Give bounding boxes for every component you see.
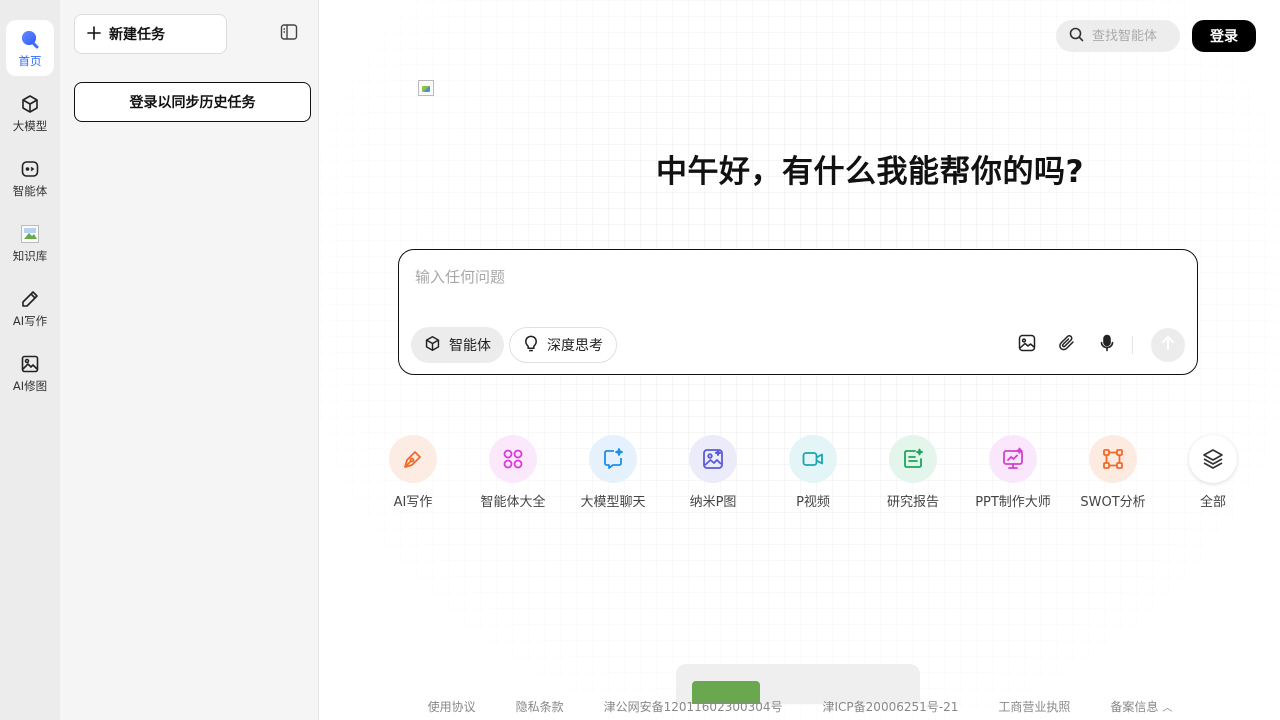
send-button[interactable] bbox=[1151, 328, 1185, 362]
shortcut-label: PPT制作大师 bbox=[975, 495, 1051, 510]
pen-icon bbox=[19, 288, 41, 310]
left-rail: 首页 大模型 智能体 知识库 AI写作 AI修图 bbox=[0, 0, 60, 720]
main-area: 登录 中午好，有什么我能帮你的吗? 智能体 深度思考 bbox=[320, 0, 1280, 720]
search-input[interactable] bbox=[1092, 28, 1178, 44]
cube-icon bbox=[19, 93, 41, 115]
collapse-sidebar-button[interactable] bbox=[277, 22, 301, 46]
rail-item-label: AI修图 bbox=[12, 378, 48, 393]
home-icon bbox=[19, 28, 41, 50]
agent-chip[interactable]: 智能体 bbox=[411, 327, 504, 363]
footer-link-privacy[interactable]: 隐私条款 bbox=[516, 698, 564, 715]
rail-item-label: 首页 bbox=[18, 53, 42, 68]
task-sidebar: 新建任务 登录以同步历史任务 bbox=[60, 0, 319, 720]
footer-link-icp[interactable]: 津ICP备20006251号-21 bbox=[823, 698, 959, 715]
grid-circles-icon bbox=[489, 435, 537, 483]
image-edit-icon bbox=[689, 435, 737, 483]
search-icon bbox=[1069, 27, 1084, 46]
shortcut-swot-analysis[interactable]: SWOT分析 bbox=[1063, 435, 1163, 510]
report-icon bbox=[889, 435, 937, 483]
voice-input-button[interactable] bbox=[1095, 333, 1119, 357]
footer-link-filing-info[interactable]: 备案信息 ︿ bbox=[1110, 698, 1172, 715]
shortcut-label: 智能体大全 bbox=[480, 495, 546, 510]
image-icon bbox=[19, 353, 41, 375]
upload-image-button[interactable] bbox=[1015, 333, 1039, 357]
shortcut-all[interactable]: 全部 bbox=[1163, 435, 1263, 510]
footer-link-business-license[interactable]: 工商营业执照 bbox=[998, 698, 1070, 715]
chevron-up-icon: ︿ bbox=[1162, 702, 1173, 714]
video-icon bbox=[789, 435, 837, 483]
arrow-up-icon bbox=[1160, 335, 1176, 355]
rail-item-knowledge[interactable]: 知识库 bbox=[6, 215, 54, 271]
rail-item-models[interactable]: 大模型 bbox=[6, 85, 54, 141]
rail-item-label: AI写作 bbox=[12, 313, 48, 328]
rail-item-agents[interactable]: 智能体 bbox=[6, 150, 54, 206]
shortcut-label: 研究报告 bbox=[886, 495, 939, 510]
shortcut-ai-writing[interactable]: AI写作 bbox=[363, 435, 463, 510]
shortcut-ppt-master[interactable]: PPT制作大师 bbox=[963, 435, 1063, 510]
greeting-title: 中午好，有什么我能帮你的吗? bbox=[656, 154, 1084, 190]
footer: 使用协议 隐私条款 津公网安备12011602300304号 津ICP备2000… bbox=[320, 696, 1280, 716]
rail-item-label: 智能体 bbox=[12, 183, 48, 198]
rail-item-ai-retouch[interactable]: AI修图 bbox=[6, 345, 54, 401]
agent-search[interactable] bbox=[1056, 20, 1180, 52]
presentation-icon bbox=[989, 435, 1037, 483]
composer: 智能体 深度思考 bbox=[398, 249, 1198, 375]
rail-item-ai-writing[interactable]: AI写作 bbox=[6, 280, 54, 336]
login-button[interactable]: 登录 bbox=[1192, 20, 1256, 52]
attach-file-button[interactable] bbox=[1055, 333, 1079, 357]
shortcut-model-chat[interactable]: 大模型聊天 bbox=[563, 435, 663, 510]
shortcut-label: 大模型聊天 bbox=[580, 495, 646, 510]
swot-icon bbox=[1089, 435, 1137, 483]
login-sync-button[interactable]: 登录以同步历史任务 bbox=[74, 82, 311, 122]
footer-link-police-record[interactable]: 津公网安备12011602300304号 bbox=[604, 698, 783, 715]
shortcut-label: AI写作 bbox=[393, 495, 433, 510]
knowledge-image-icon bbox=[19, 223, 41, 245]
agent-chip-label: 智能体 bbox=[449, 338, 491, 354]
rail-item-label: 知识库 bbox=[12, 248, 48, 263]
rail-item-label: 大模型 bbox=[12, 118, 48, 133]
image-upload-icon bbox=[1018, 334, 1036, 356]
shortcut-research-report[interactable]: 研究报告 bbox=[863, 435, 963, 510]
shortcut-label: 全部 bbox=[1199, 495, 1226, 510]
chat-sparkle-icon bbox=[589, 435, 637, 483]
footer-link-terms[interactable]: 使用协议 bbox=[428, 698, 476, 715]
deep-think-chip[interactable]: 深度思考 bbox=[509, 327, 617, 363]
lightbulb-icon bbox=[523, 335, 539, 356]
filing-info-label: 备案信息 bbox=[1110, 699, 1159, 714]
new-task-label: 新建任务 bbox=[109, 26, 165, 42]
broken-image-icon bbox=[418, 80, 434, 96]
shortcut-label: P视频 bbox=[796, 495, 830, 510]
microphone-icon bbox=[1098, 334, 1116, 356]
deep-think-label: 深度思考 bbox=[547, 338, 603, 354]
agent-icon bbox=[19, 158, 41, 180]
paperclip-icon bbox=[1058, 334, 1076, 356]
sidebar-toggle-icon bbox=[280, 23, 298, 45]
toolbar-divider bbox=[1132, 336, 1133, 354]
cube-icon bbox=[424, 335, 441, 356]
pen-icon bbox=[389, 435, 437, 483]
shortcut-label: SWOT分析 bbox=[1080, 495, 1146, 510]
shortcut-p-video[interactable]: P视频 bbox=[763, 435, 863, 510]
shortcut-list: AI写作 智能体大全 大模型聊天 纳米P图 P视频 研究报告 PPT制作大师 S… bbox=[363, 435, 1237, 515]
layers-icon bbox=[1189, 435, 1237, 483]
new-task-button[interactable]: 新建任务 bbox=[74, 14, 227, 54]
question-input[interactable] bbox=[415, 266, 1175, 306]
plus-icon bbox=[87, 25, 101, 43]
shortcut-agent-gallery[interactable]: 智能体大全 bbox=[463, 435, 563, 510]
shortcut-label: 纳米P图 bbox=[689, 495, 737, 510]
rail-item-home[interactable]: 首页 bbox=[6, 20, 54, 76]
shortcut-nano-p-image[interactable]: 纳米P图 bbox=[663, 435, 763, 510]
